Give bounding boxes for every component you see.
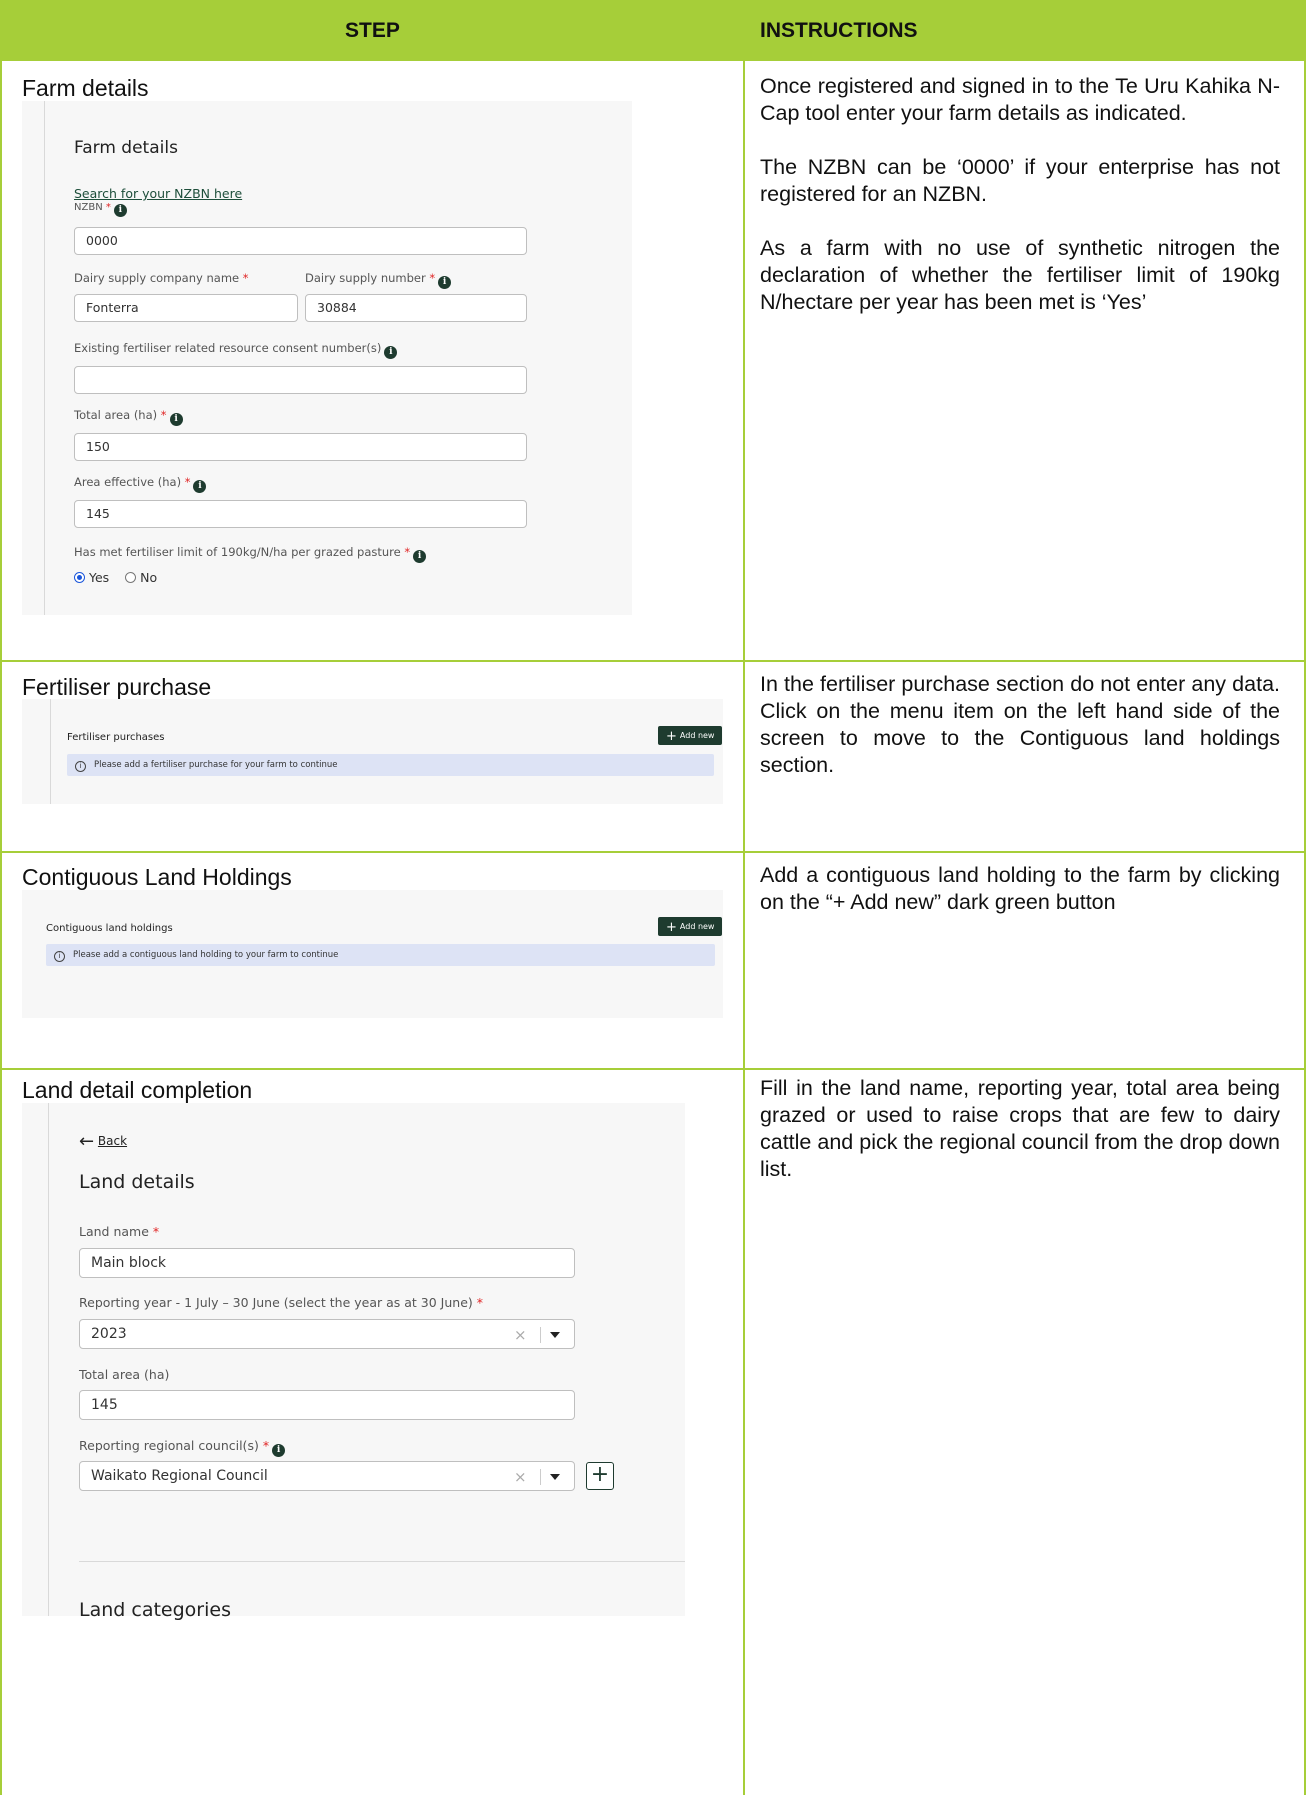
instruction-paragraph: Fill in the land name, reporting year, t… bbox=[760, 1076, 1280, 1181]
section-heading: Contiguous land holdings bbox=[46, 923, 173, 934]
fertiliser-purchases-screenshot: Fertiliser purchases + Add new i Please ad… bbox=[22, 699, 723, 804]
contiguous-land-screenshot: Contiguous land holdings + Add new i Pleas… bbox=[22, 890, 723, 1018]
chevron-down-icon[interactable] bbox=[550, 1474, 560, 1480]
farm-details-screenshot: Farm details Search for your NZBN here N… bbox=[22, 101, 632, 615]
dairy-company-field[interactable]: Fonterra bbox=[74, 294, 298, 322]
radio-no[interactable]: No bbox=[125, 570, 157, 585]
total-area-label: Total area (ha) * i bbox=[74, 408, 183, 426]
add-new-button[interactable]: + Add new bbox=[658, 917, 723, 936]
header-step: STEP bbox=[345, 19, 400, 42]
add-council-button[interactable]: + bbox=[586, 1462, 614, 1490]
regional-council-label: Reporting regional council(s) * i bbox=[79, 1438, 286, 1457]
step-title: Fertiliser purchase bbox=[22, 674, 212, 700]
dairy-number-label: Dairy supply number * i bbox=[305, 271, 452, 289]
plus-icon: + bbox=[666, 920, 677, 935]
effective-area-label: Area effective (ha) * i bbox=[74, 475, 207, 493]
select-controls: × bbox=[508, 1320, 574, 1348]
radio-selected-icon[interactable] bbox=[74, 572, 85, 583]
section-heading: Fertiliser purchases bbox=[67, 732, 165, 743]
land-name-field[interactable]: Main block bbox=[79, 1248, 575, 1278]
land-details-screenshot: ← Back Land details Land name * Main blo… bbox=[22, 1103, 685, 1621]
panel-divider bbox=[50, 699, 51, 804]
panel-divider bbox=[44, 101, 45, 615]
consent-label: Existing fertiliser related resource con… bbox=[74, 341, 398, 359]
info-icon[interactable]: i bbox=[413, 550, 427, 563]
row-divider-1 bbox=[0, 660, 1306, 662]
dairy-number-field[interactable]: 30884 bbox=[305, 294, 527, 322]
select-controls: × bbox=[508, 1462, 574, 1490]
nzbn-label: NZBN * i bbox=[74, 202, 127, 217]
row-divider-2 bbox=[0, 851, 1306, 853]
fertiliser-limit-label: Has met fertiliser limit of 190kg/N/ha p… bbox=[74, 545, 427, 563]
instruction-table: STEP INSTRUCTIONS Farm details Once regi… bbox=[0, 0, 1306, 1795]
instructions-cell: In the fertiliser purchase section do no… bbox=[760, 671, 1280, 806]
regional-council-select[interactable]: Waikato Regional Council × bbox=[79, 1461, 575, 1491]
select-separator bbox=[540, 1327, 541, 1343]
info-circle-icon: i bbox=[75, 761, 86, 772]
header-instructions: INSTRUCTIONS bbox=[760, 19, 918, 42]
instruction-paragraph: Add a contiguous land holding to the far… bbox=[760, 863, 1280, 914]
row-divider-3 bbox=[0, 1068, 1306, 1070]
instruction-paragraph: In the fertiliser purchase section do no… bbox=[760, 672, 1280, 777]
form-heading: Land details bbox=[79, 1171, 195, 1193]
instructions-cell: Once registered and signed in to the Te … bbox=[760, 73, 1280, 343]
instructions-cell: Add a contiguous land holding to the far… bbox=[760, 862, 1280, 943]
land-total-area-field[interactable]: 145 bbox=[79, 1390, 575, 1420]
chevron-down-icon[interactable] bbox=[550, 1332, 560, 1338]
arrow-left-icon: ← bbox=[79, 1131, 95, 1152]
reporting-year-label: Reporting year - 1 July – 30 June (selec… bbox=[79, 1295, 483, 1310]
section-divider bbox=[79, 1561, 685, 1562]
info-alert: i Please add a fertiliser purchase for yo… bbox=[67, 754, 714, 776]
info-icon[interactable]: i bbox=[272, 1444, 286, 1457]
table-header: STEP INSTRUCTIONS bbox=[0, 0, 1306, 61]
info-circle-icon: i bbox=[54, 951, 65, 962]
info-icon[interactable]: i bbox=[438, 276, 452, 289]
form-heading: Farm details bbox=[74, 138, 178, 158]
fertiliser-limit-options: Yes No bbox=[74, 570, 157, 585]
add-new-button[interactable]: + Add new bbox=[658, 726, 723, 745]
step-title: Land detail completion bbox=[22, 1077, 253, 1103]
grid-middle bbox=[743, 0, 745, 1795]
select-separator bbox=[540, 1469, 541, 1485]
dairy-company-label: Dairy supply company name * bbox=[74, 271, 249, 285]
land-categories-heading: Land categories bbox=[79, 1599, 231, 1621]
panel-divider bbox=[48, 1103, 49, 1616]
step-title: Contiguous Land Holdings bbox=[22, 864, 292, 890]
nzbn-field[interactable]: 0000 bbox=[74, 227, 527, 255]
land-total-area-label: Total area (ha) bbox=[79, 1367, 170, 1382]
info-icon[interactable]: i bbox=[169, 413, 183, 426]
plus-icon: + bbox=[590, 1462, 610, 1487]
info-alert: i Please add a contiguous land holding to… bbox=[46, 944, 715, 966]
radio-yes[interactable]: Yes bbox=[74, 570, 109, 585]
step-title: Farm details bbox=[22, 75, 149, 101]
land-name-label: Land name * bbox=[79, 1224, 160, 1239]
instruction-paragraph: Once registered and signed in to the Te … bbox=[760, 74, 1280, 125]
back-link[interactable]: ← Back bbox=[79, 1131, 127, 1152]
instruction-paragraph: The NZBN can be ‘0000’ if your enterpris… bbox=[760, 155, 1280, 206]
instruction-paragraph: As a farm with no use of synthetic nitro… bbox=[760, 236, 1280, 314]
reporting-year-select[interactable]: 2023 × bbox=[79, 1319, 575, 1349]
clear-icon[interactable]: × bbox=[514, 1320, 527, 1350]
info-icon[interactable]: i bbox=[193, 480, 207, 493]
radio-empty-icon[interactable] bbox=[125, 572, 137, 583]
effective-area-field[interactable]: 145 bbox=[74, 500, 527, 528]
consent-field[interactable] bbox=[74, 366, 527, 394]
total-area-field[interactable]: 150 bbox=[74, 433, 527, 461]
info-icon[interactable]: i bbox=[113, 204, 127, 217]
clear-icon[interactable]: × bbox=[514, 1462, 527, 1492]
info-icon[interactable]: i bbox=[384, 346, 398, 359]
nzbn-search-link[interactable]: Search for your NZBN here bbox=[74, 186, 242, 201]
plus-icon: + bbox=[666, 729, 677, 744]
instructions-cell: Fill in the land name, reporting year, t… bbox=[760, 1075, 1280, 1210]
grid-left bbox=[0, 0, 2, 1795]
